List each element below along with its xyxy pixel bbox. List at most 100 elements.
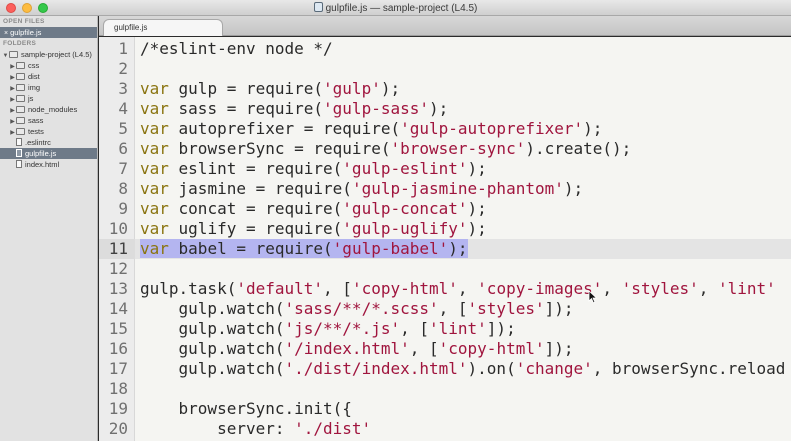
tree-item-label: index.html — [25, 160, 60, 169]
code-token: ); — [583, 119, 603, 138]
folder-icon — [16, 73, 25, 80]
code-line[interactable]: 6 var browserSync = require('browser-sync… — [99, 139, 791, 159]
file-icon — [16, 138, 22, 146]
folder-item-tests[interactable]: ▶ tests — [0, 126, 97, 137]
string-token: 'copy-images' — [477, 279, 603, 298]
line-code: gulp.task('default', ['copy-html', 'copy… — [140, 279, 776, 299]
string-token: 'js/**/*.js' — [284, 319, 401, 338]
code-line[interactable]: 2 — [99, 59, 791, 79]
file-icon — [16, 160, 22, 168]
code-line[interactable]: 11 var babel = require('gulp-babel'); — [99, 239, 791, 259]
line-number: 9 — [118, 199, 128, 218]
code-token: uglify = require( — [168, 219, 343, 238]
line-number: 18 — [108, 379, 128, 398]
file-item-eslintrc[interactable]: .eslintrc — [0, 137, 97, 148]
keyword-token: var — [140, 179, 169, 198]
tree-item-label: gulpfile.js — [25, 149, 57, 158]
code-line[interactable]: 13 gulp.task('default', ['copy-html', 'co… — [99, 279, 791, 299]
code-token: ); — [467, 199, 487, 218]
string-token: './dist' — [294, 419, 372, 438]
folder-icon — [9, 51, 18, 58]
code-line[interactable]: 10 var uglify = require('gulp-uglify'); — [99, 219, 791, 239]
keyword-token: var — [140, 99, 169, 118]
line-code: browserSync.init({ — [140, 399, 352, 419]
code-line[interactable]: 12 — [99, 259, 791, 279]
folder-item-node-modules[interactable]: ▶ node_modules — [0, 104, 97, 115]
code-line[interactable]: 8 var jasmine = require('gulp-jasmine-pha… — [99, 179, 791, 199]
code-token: ); — [380, 79, 401, 98]
line-number: 20 — [108, 419, 128, 438]
code-token: ]); — [544, 339, 574, 358]
folder-item-img[interactable]: ▶ img — [0, 82, 97, 93]
string-token: 'copy-html' — [438, 339, 545, 358]
line-code: var eslint = require('gulp-eslint'); — [140, 159, 487, 179]
code-token: concat = require( — [168, 199, 343, 218]
code-token: , — [457, 279, 478, 298]
code-line[interactable]: 4 var sass = require('gulp-sass'); — [99, 99, 791, 119]
line-number: 19 — [108, 399, 128, 418]
folder-item-sass[interactable]: ▶ sass — [0, 115, 97, 126]
line-number: 3 — [118, 79, 128, 98]
line-number: 14 — [108, 299, 128, 318]
folder-icon — [16, 62, 25, 69]
code-token: gulp.watch( — [140, 339, 285, 358]
file-item-index-html[interactable]: index.html — [0, 159, 97, 170]
line-number: 8 — [118, 179, 128, 198]
code-line[interactable]: 9 var concat = require('gulp-concat'); — [99, 199, 791, 219]
code-token: gulp = require( — [168, 79, 324, 98]
string-token: 'gulp-jasmine-phantom' — [351, 179, 564, 198]
comment-token: /*eslint-env node */ — [140, 39, 333, 58]
code-line[interactable]: 15 gulp.watch('js/**/*.js', ['lint']); — [99, 319, 791, 339]
sidebar: OPEN FILES × gulpfile.js FOLDERS ▼ sample-… — [0, 16, 98, 441]
string-token: 'lint' — [429, 319, 487, 338]
code-token: ]); — [544, 299, 574, 318]
keyword-token: var — [140, 139, 169, 158]
code-line[interactable]: 16 gulp.watch('/index.html', ['copy-html… — [99, 339, 791, 359]
folder-item-css[interactable]: ▶ css — [0, 60, 97, 71]
code-token: ).create(); — [525, 139, 632, 158]
code-line[interactable]: 5 var autoprefixer = require('gulp-autopr… — [99, 119, 791, 139]
code-token: gulp.watch( — [140, 359, 285, 378]
file-item-gulpfile-js[interactable]: gulpfile.js — [0, 148, 97, 159]
keyword-token: var — [140, 219, 169, 238]
line-code: var babel = require('gulp-babel'); — [140, 239, 468, 259]
close-file-icon[interactable]: × — [4, 30, 8, 37]
folder-icon — [16, 117, 25, 124]
line-code: server: './dist' — [140, 419, 371, 439]
code-line[interactable]: 1 /*eslint-env node */ — [99, 39, 791, 59]
code-token: server: — [140, 419, 295, 438]
file-icon — [16, 149, 22, 157]
tree-item-label: dist — [28, 72, 40, 81]
tab-gulpfile[interactable]: gulpfile.js — [103, 19, 223, 36]
tree-item-label: .eslintrc — [25, 138, 51, 147]
line-number: 17 — [108, 359, 128, 378]
open-file-label: gulpfile.js — [10, 28, 42, 37]
code-token: gulp.watch( — [140, 299, 285, 318]
code-line[interactable]: 18 — [99, 379, 791, 399]
folder-item-js[interactable]: ▶ js — [0, 93, 97, 104]
string-token: 'gulp' — [323, 79, 381, 98]
text-selection: var babel = require('gulp-babel'); — [140, 239, 468, 258]
line-number: 6 — [118, 139, 128, 158]
code-line[interactable]: 19 browserSync.init({ — [99, 399, 791, 419]
open-file-item[interactable]: × gulpfile.js — [0, 27, 97, 38]
window-titlebar: gulpfile.js — sample-project (L4.5) — [0, 0, 791, 16]
line-number: 15 — [108, 319, 128, 338]
tree-item-label: css — [28, 61, 40, 70]
folder-item-sample-project-l4-5[interactable]: ▼ sample-project (L4.5) — [0, 49, 97, 60]
code-line[interactable]: 17 gulp.watch('./dist/index.html').on('c… — [99, 359, 791, 379]
line-code: var sass = require('gulp-sass'); — [140, 99, 448, 119]
code-line[interactable]: 20 server: './dist' — [99, 419, 791, 439]
code-line[interactable]: 7 var eslint = require('gulp-eslint'); — [99, 159, 791, 179]
code-token: sass = require( — [168, 99, 324, 118]
folder-item-dist[interactable]: ▶ dist — [0, 71, 97, 82]
code-token: , [ — [438, 299, 468, 318]
code-editor[interactable]: 1 /*eslint-env node */ 2 3 var gulp = requir… — [99, 37, 791, 441]
code-token: ]); — [486, 319, 516, 338]
line-code: var gulp = require('gulp'); — [140, 79, 400, 99]
code-token: , — [698, 279, 718, 298]
tree-item-label: sass — [28, 116, 44, 125]
code-line[interactable]: 14 gulp.watch('sass/**/*.scss', ['styles… — [99, 299, 791, 319]
tab-bar: gulpfile.js — [99, 16, 791, 36]
code-line[interactable]: 3 var gulp = require('gulp'); — [99, 79, 791, 99]
